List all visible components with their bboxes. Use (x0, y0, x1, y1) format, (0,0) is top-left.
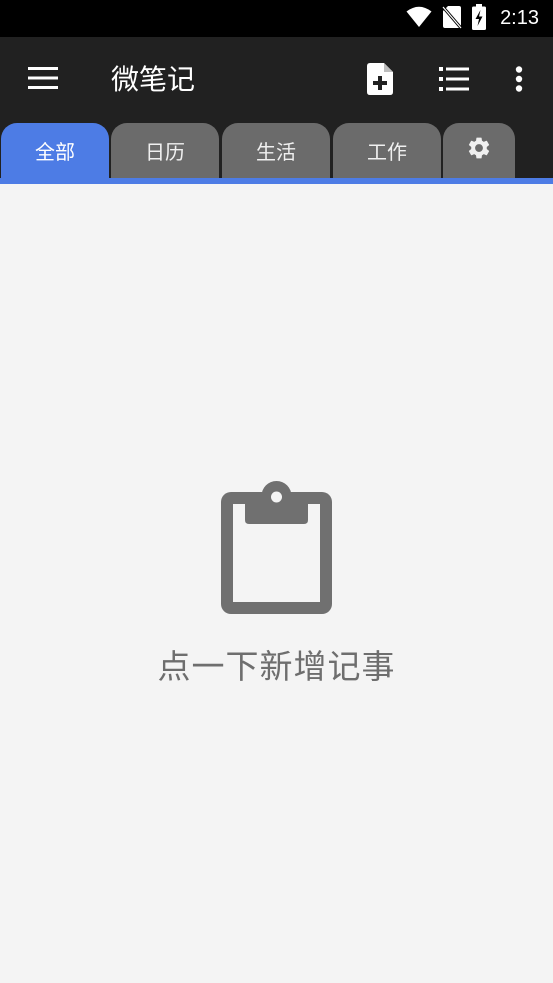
tab-work[interactable]: 工作 (333, 123, 441, 178)
tab-bar: 全部 日历 生活 工作 (0, 123, 553, 178)
menu-button[interactable] (20, 60, 66, 100)
empty-state-message[interactable]: 点一下新增记事 (0, 640, 553, 688)
more-options-button[interactable] (497, 59, 541, 103)
status-bar: 2:13 (0, 0, 553, 37)
new-note-button[interactable] (358, 59, 402, 103)
hamburger-menu-icon (28, 67, 58, 93)
wifi-icon (406, 6, 432, 32)
app-title: 微笔记 (111, 63, 196, 96)
list-view-icon (439, 67, 469, 95)
app-bar: 微笔记 (0, 37, 553, 123)
screen: 2:13 微笔记 全部 日历 生活 工作 点一下新增记事 (0, 0, 553, 983)
gear-icon (466, 135, 492, 166)
tab-indicator (0, 178, 553, 184)
clipboard-icon[interactable] (219, 478, 334, 616)
more-vert-icon (515, 66, 523, 96)
battery-charging-icon (472, 3, 487, 34)
tab-life[interactable]: 生活 (222, 123, 330, 178)
tab-calendar[interactable]: 日历 (111, 123, 219, 178)
list-view-button[interactable] (432, 59, 476, 103)
tab-all[interactable]: 全部 (1, 123, 109, 178)
new-note-icon (367, 63, 393, 99)
no-sim-icon (441, 5, 463, 33)
tab-settings[interactable] (443, 123, 515, 178)
status-time: 2:13 (500, 7, 539, 29)
